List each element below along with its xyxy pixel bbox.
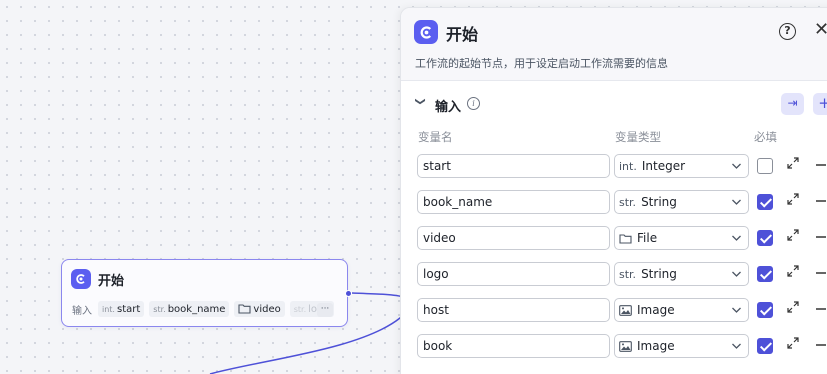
required-checkbox[interactable] — [757, 158, 773, 174]
variable-name-input[interactable] — [417, 154, 610, 178]
variable-row: File — [401, 226, 827, 250]
variable-type-select[interactable]: Image — [614, 298, 749, 322]
node-config-panel: 开始 工作流的起始节点，用于设定启动工作流需要的信息 ? ✕ ❯ 输入 i ⇥ … — [400, 7, 827, 374]
expand-icon[interactable] — [787, 301, 799, 317]
image-icon — [619, 304, 632, 316]
type-label: Integer — [641, 159, 686, 173]
variable-row: Image — [401, 298, 827, 322]
chip-name: start — [116, 303, 141, 315]
add-variable-button[interactable]: + — [813, 93, 827, 115]
variable-type-select[interactable]: File — [614, 226, 749, 250]
variable-name-input[interactable] — [417, 262, 610, 286]
chevron-down-icon — [731, 230, 742, 249]
image-icon — [619, 340, 632, 352]
variable-row: str. String — [401, 190, 827, 214]
chevron-down-icon — [731, 194, 742, 213]
type-prefix: str. — [619, 267, 637, 281]
chip-name: video — [253, 303, 281, 315]
variable-name-input[interactable] — [417, 298, 610, 322]
node-input-chip: int. start — [98, 301, 145, 317]
required-checkbox[interactable] — [757, 338, 773, 354]
variable-type-select[interactable]: int. Integer — [614, 154, 749, 178]
column-header-type: 变量类型 — [615, 130, 661, 144]
variable-type-select[interactable]: str. String — [614, 190, 749, 214]
required-checkbox[interactable] — [757, 230, 773, 246]
chip-name: book_name — [167, 303, 226, 315]
expand-icon[interactable] — [787, 265, 799, 281]
chip-type: int. — [102, 304, 115, 314]
remove-variable-icon[interactable] — [815, 191, 827, 215]
column-header-required: 必填 — [754, 130, 777, 144]
remove-variable-icon[interactable] — [815, 155, 827, 179]
folder-icon — [238, 303, 251, 316]
import-button[interactable]: ⇥ — [781, 93, 804, 115]
chip-type: str. — [153, 304, 166, 314]
chevron-down-icon — [731, 266, 742, 285]
type-label: String — [641, 195, 677, 209]
start-node-icon — [71, 269, 91, 289]
node-more-button[interactable]: ··· — [317, 303, 333, 317]
start-node[interactable]: 开始 输入 int.startstr.book_namevideostr.log… — [61, 259, 348, 327]
variable-row: str. String — [401, 262, 827, 286]
chevron-down-icon — [731, 302, 742, 321]
type-label: Image — [637, 339, 675, 353]
help-icon[interactable]: ? — [779, 23, 796, 40]
column-header-name: 变量名 — [418, 130, 453, 144]
close-icon[interactable]: ✕ — [814, 19, 827, 40]
variable-name-input[interactable] — [417, 226, 610, 250]
remove-variable-icon[interactable] — [815, 335, 827, 359]
chip-type: str. — [293, 304, 307, 314]
variable-name-input[interactable] — [417, 190, 610, 214]
node-inputs-label: 输入 — [72, 305, 92, 317]
remove-variable-icon[interactable] — [815, 227, 827, 251]
node-output-port[interactable] — [345, 290, 352, 297]
node-title: 开始 — [98, 273, 125, 289]
chevron-down-icon — [731, 338, 742, 357]
workflow-canvas[interactable]: 开始 输入 int.startstr.book_namevideostr.log… — [0, 0, 827, 374]
remove-variable-icon[interactable] — [815, 299, 827, 323]
node-input-chip: str. book_name — [149, 301, 230, 317]
required-checkbox[interactable] — [757, 266, 773, 282]
variable-row: int. Integer — [401, 154, 827, 178]
variable-row: Image — [401, 334, 827, 358]
remove-variable-icon[interactable] — [815, 263, 827, 287]
type-label: Image — [637, 303, 675, 317]
type-label: File — [637, 231, 658, 245]
expand-icon[interactable] — [787, 193, 799, 209]
node-input-chip: video — [234, 301, 285, 317]
type-prefix: int. — [619, 159, 637, 173]
chevron-down-icon — [731, 158, 742, 177]
panel-description: 工作流的起始节点，用于设定启动工作流需要的信息 — [415, 57, 668, 70]
inputs-section-header[interactable]: ❯ 输入 i ⇥ + — [401, 88, 827, 120]
panel-header: 开始 工作流的起始节点，用于设定启动工作流需要的信息 ? ✕ — [401, 8, 827, 81]
info-icon[interactable]: i — [467, 97, 480, 110]
expand-icon[interactable] — [787, 157, 799, 173]
type-label: String — [641, 267, 677, 281]
expand-icon[interactable] — [787, 229, 799, 245]
start-node-icon — [414, 20, 438, 44]
required-checkbox[interactable] — [757, 194, 773, 210]
chevron-down-icon[interactable]: ❯ — [415, 97, 426, 105]
folder-icon — [619, 233, 632, 244]
expand-icon[interactable] — [787, 337, 799, 353]
panel-title: 开始 — [446, 25, 479, 44]
section-title: 输入 — [435, 100, 462, 115]
type-prefix: str. — [619, 195, 637, 209]
variable-type-select[interactable]: str. String — [614, 262, 749, 286]
variable-name-input[interactable] — [417, 334, 610, 358]
variable-type-select[interactable]: Image — [614, 334, 749, 358]
required-checkbox[interactable] — [757, 302, 773, 318]
